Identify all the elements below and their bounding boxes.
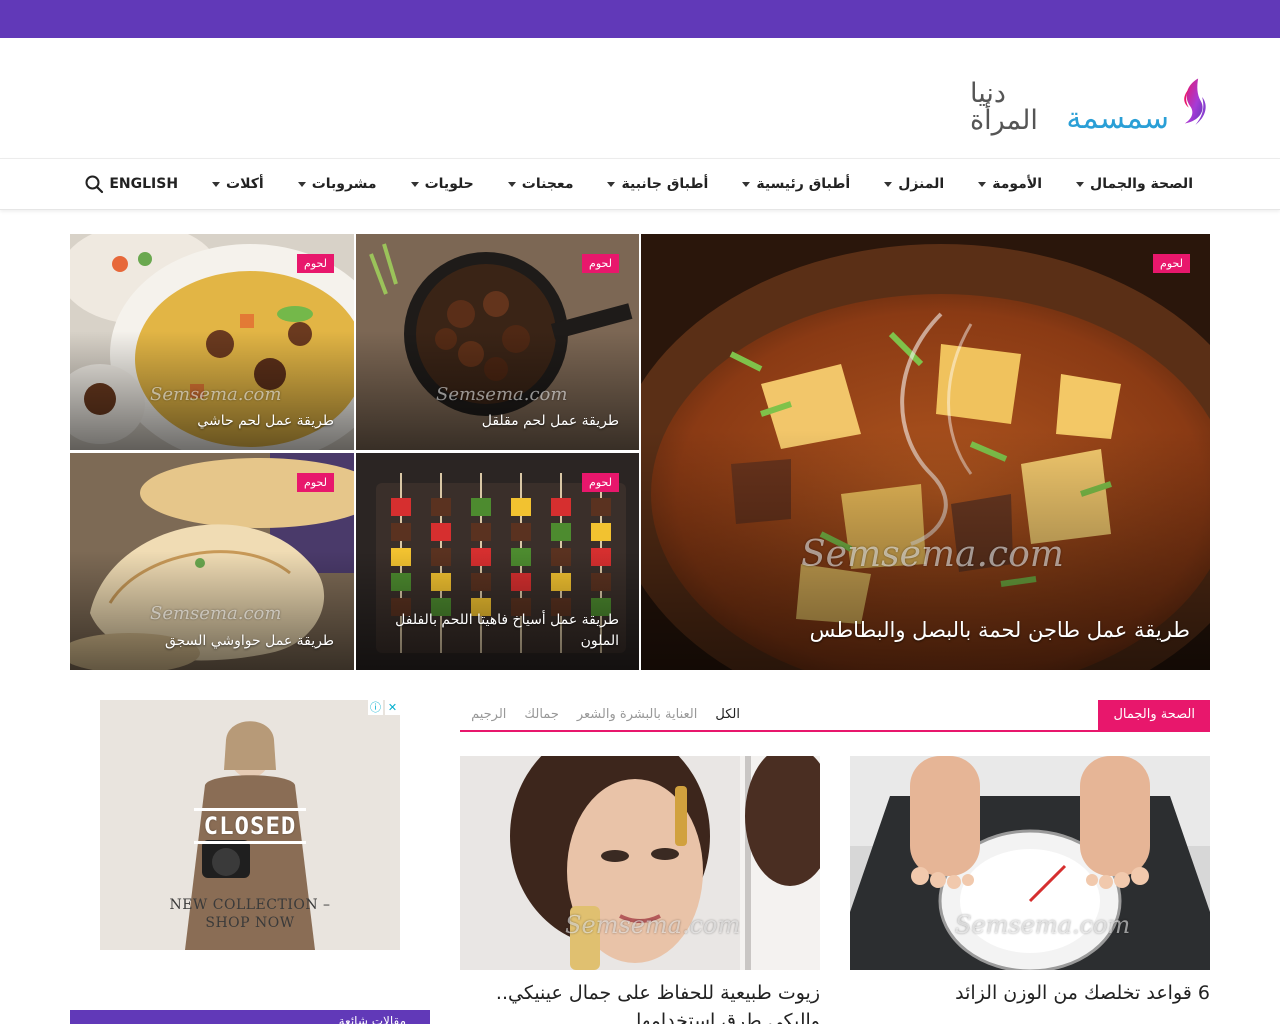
- logo-tagline: دنيا المرأة: [970, 78, 1038, 136]
- logo-name: سمسمة: [1066, 101, 1169, 136]
- nav-item-side-dishes[interactable]: أطباق جانبية: [590, 176, 725, 192]
- chevron-down-icon: [884, 181, 893, 187]
- section-title[interactable]: الصحة والجمال: [1098, 700, 1210, 730]
- chevron-down-icon: [978, 181, 987, 187]
- watermark: Semsema.com: [436, 384, 568, 405]
- search-icon[interactable]: [84, 174, 104, 194]
- watermark: Semsema.com: [955, 911, 1131, 939]
- tab-skin-hair-care[interactable]: العناية بالبشرة والشعر: [577, 707, 698, 722]
- featured-tile[interactable]: Semsema.com لحوم طريقة عمل حواوشي السجق: [70, 453, 354, 670]
- nav-item-pastries[interactable]: معجنات: [491, 176, 591, 192]
- category-badge[interactable]: لحوم: [297, 254, 334, 274]
- ad-cta-line2: SHOP NOW: [205, 915, 295, 931]
- nav-item-motherhood[interactable]: الأمومة: [961, 176, 1059, 192]
- chevron-down-icon: [410, 181, 419, 187]
- sidebar-widget-title: مقالات شائعة: [338, 1014, 406, 1024]
- featured-tile[interactable]: لحوم طريقة عمل أسياخ فاهيتا اللحم بالفلف…: [356, 453, 639, 670]
- nav-item-home[interactable]: المنزل: [867, 176, 961, 192]
- featured-grid: Semsema.com لحوم طريقة عمل طاجن لحمة بال…: [70, 234, 1210, 670]
- nav-item-meals[interactable]: أكلات: [195, 176, 281, 192]
- nav-item-label: معجنات: [521, 176, 574, 192]
- category-badge[interactable]: لحوم: [1153, 254, 1190, 274]
- watermark: Semsema.com: [150, 603, 282, 624]
- featured-tile-title[interactable]: طريقة عمل حواوشي السجق: [86, 631, 334, 652]
- chevron-down-icon: [212, 181, 221, 187]
- top-bar: [0, 0, 1280, 38]
- logo-flame-icon: [1184, 78, 1206, 125]
- chevron-down-icon: [607, 181, 616, 187]
- section-tabs: الكل العناية بالبشرة والشعر جمالك الرجيم: [471, 700, 740, 728]
- featured-tile[interactable]: Semsema.com لحوم طريقة عمل لحم حاشي: [70, 234, 354, 450]
- chevron-down-icon: [1076, 181, 1085, 187]
- article-title[interactable]: 6 قواعد تخلصك من الوزن الزائد: [850, 980, 1210, 1008]
- chevron-down-icon: [742, 181, 751, 187]
- featured-tile[interactable]: Semsema.com لحوم طريقة عمل لحم مقلقل: [356, 234, 639, 450]
- nav-item-label: أكلات: [226, 176, 264, 192]
- tab-diet[interactable]: الرجيم: [471, 707, 506, 722]
- nav-item-label: المنزل: [898, 176, 945, 192]
- nav-item-label: حلويات: [424, 176, 474, 192]
- nav-item-label: أطباق رئيسية: [756, 176, 851, 192]
- nav-item-label: الأمومة: [992, 176, 1043, 192]
- nav-item-main-dishes[interactable]: أطباق رئيسية: [725, 176, 867, 192]
- site-header: سمسمة دنيا المرأة: [0, 38, 1280, 158]
- nav-item-drinks[interactable]: مشروبات: [281, 176, 394, 192]
- nav-item-english[interactable]: ENGLISH: [92, 176, 195, 192]
- section-header: الصحة والجمال الكل العناية بالبشرة والشع…: [460, 700, 1210, 732]
- watermark: Semsema.com: [565, 911, 741, 939]
- featured-tile-title[interactable]: طريقة عمل لحم مقلقل: [372, 411, 619, 432]
- category-badge[interactable]: لحوم: [582, 254, 619, 274]
- article-card: Semsema.com 6 قواعد تخلصك من الوزن الزائ…: [850, 756, 1210, 1008]
- chevron-down-icon: [507, 181, 516, 187]
- site-logo[interactable]: سمسمة دنيا المرأة: [970, 58, 1210, 142]
- article-title[interactable]: زيوت طبيعية للحفاظ على جمال عينيكي.. وإل…: [460, 980, 820, 1024]
- ad-cta[interactable]: NEW COLLECTION – SHOP NOW: [100, 896, 400, 932]
- nav-item-label: مشروبات: [311, 176, 377, 192]
- tab-your-beauty[interactable]: جمالك: [524, 707, 558, 722]
- watermark: Semsema.com: [150, 384, 282, 405]
- nav-item-label: أطباق جانبية: [621, 176, 709, 192]
- nav-item-desserts[interactable]: حلويات: [394, 176, 491, 192]
- ad-controls: ⓘ ✕: [368, 700, 400, 715]
- nav-item-health-beauty[interactable]: الصحة والجمال: [1059, 176, 1210, 192]
- watermark: Semsema.com: [801, 534, 1064, 575]
- ad-closed-label: CLOSED: [194, 808, 306, 844]
- featured-main-title[interactable]: طريقة عمل طاجن لحمة بالبصل والبطاطس: [657, 615, 1190, 647]
- nav-list: الصحة والجمال الأمومة المنزل أطباق رئيسي…: [92, 159, 1210, 209]
- article-image[interactable]: Semsema.com: [460, 756, 820, 970]
- tab-all[interactable]: الكل: [715, 707, 740, 722]
- main-nav: الصحة والجمال الأمومة المنزل أطباق رئيسي…: [0, 158, 1280, 210]
- ad-info-icon[interactable]: ⓘ: [368, 700, 383, 715]
- article-card: Semsema.com زيوت طبيعية للحفاظ على جمال …: [460, 756, 820, 1024]
- nav-item-label: الصحة والجمال: [1090, 176, 1193, 192]
- sidebar-widget-header: مقالات شائعة: [70, 1010, 430, 1024]
- featured-main-tile[interactable]: Semsema.com لحوم طريقة عمل طاجن لحمة بال…: [641, 234, 1210, 670]
- featured-tile-title[interactable]: طريقة عمل أسياخ فاهيتا اللحم بالفلفل الم…: [372, 610, 619, 652]
- chevron-down-icon: [297, 181, 306, 187]
- category-badge[interactable]: لحوم: [297, 473, 334, 493]
- category-badge[interactable]: لحوم: [582, 473, 619, 493]
- ad-cta-line1: NEW COLLECTION –: [169, 897, 331, 913]
- ad-close-icon[interactable]: ✕: [385, 700, 400, 715]
- nav-item-label: ENGLISH: [109, 176, 179, 192]
- ad-banner[interactable]: ⓘ ✕ CLOSED NEW COLLECTION – SHOP NOW: [100, 700, 400, 950]
- featured-tile-title[interactable]: طريقة عمل لحم حاشي: [86, 411, 334, 432]
- article-image[interactable]: Semsema.com: [850, 756, 1210, 970]
